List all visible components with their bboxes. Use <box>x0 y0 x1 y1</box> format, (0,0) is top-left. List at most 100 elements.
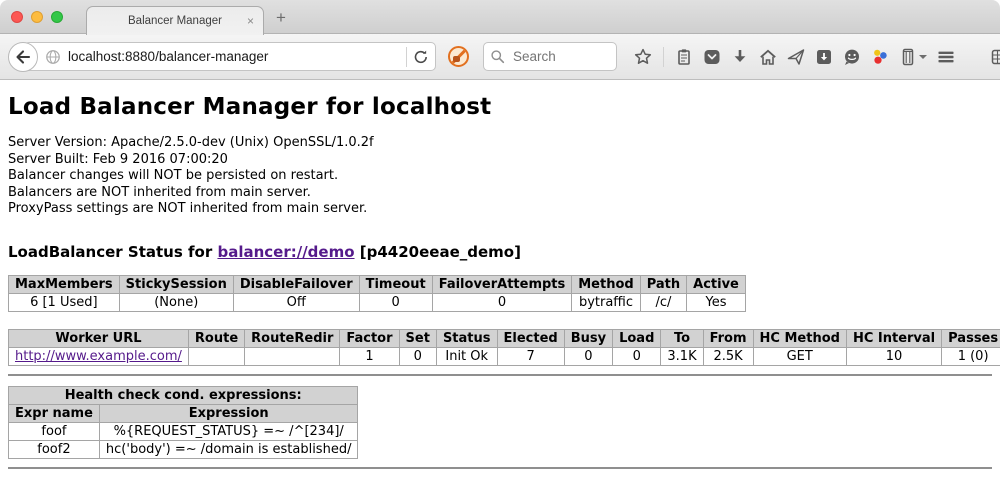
health-check-table: Health check cond. expressions: Expr nam… <box>8 386 358 459</box>
page-title: Load Balancer Manager for localhost <box>8 94 992 120</box>
cell-passes: 1 (0) <box>942 347 1000 365</box>
search-icon <box>490 49 505 64</box>
bookmark-star-icon <box>634 48 652 66</box>
col-hc-interval: HC Interval <box>846 329 941 347</box>
archive-extension-button[interactable] <box>895 43 931 71</box>
window-controls <box>11 11 63 23</box>
cell-hc-interval: 10 <box>846 347 941 365</box>
downloads-button[interactable] <box>727 43 753 71</box>
cell-expression-foof2: hc('body') =~ /domain is established/ <box>99 440 358 458</box>
balancers-notice-line: Balancers are NOT inherited from main se… <box>8 185 992 202</box>
balancer-header-row: MaxMembers StickySession DisableFailover… <box>9 275 746 293</box>
cell-expr-name-foof2: foof2 <box>9 440 100 458</box>
download-extension-icon <box>815 48 833 66</box>
cell-routeredir <box>245 347 340 365</box>
download-extension-button[interactable] <box>811 43 837 71</box>
dropdown-caret-icon <box>919 55 927 59</box>
cell-factor: 1 <box>340 347 399 365</box>
status-heading-prefix: LoadBalancer Status for <box>8 243 217 261</box>
cell-expr-name-foof: foof <box>9 422 100 440</box>
cell-failoverattempts: 0 <box>432 293 572 311</box>
col-routeredir: RouteRedir <box>245 329 340 347</box>
blocked-content-icon[interactable] <box>448 46 469 67</box>
col-stickysession: StickySession <box>119 275 233 293</box>
balancer-demo-link[interactable]: balancer://demo <box>217 243 354 261</box>
col-expression: Expression <box>99 404 358 422</box>
globe-icon[interactable] <box>45 49 61 65</box>
pocket-button[interactable] <box>699 43 725 71</box>
zoom-window-button[interactable] <box>51 11 63 23</box>
colored-dots-extension-button[interactable] <box>867 43 893 71</box>
proxypass-notice-line: ProxyPass settings are NOT inherited fro… <box>8 201 992 218</box>
cell-worker-url: http://www.example.com/ <box>9 347 189 365</box>
health-row-foof2: foof2 hc('body') =~ /domain is establish… <box>9 440 358 458</box>
reading-list-icon <box>675 48 693 66</box>
health-table-title: Health check cond. expressions: <box>9 386 358 404</box>
chat-button[interactable] <box>839 43 865 71</box>
minimize-window-button[interactable] <box>31 11 43 23</box>
col-worker-url: Worker URL <box>9 329 189 347</box>
new-tab-button[interactable]: + <box>276 8 286 28</box>
bookmark-button[interactable] <box>630 43 656 71</box>
reading-list-button[interactable] <box>671 43 697 71</box>
chat-smiley-icon <box>843 48 861 66</box>
reload-icon[interactable] <box>413 49 429 65</box>
browser-window: Balancer Manager × + localhost:8880/bala… <box>0 0 1000 491</box>
cell-busy: 0 <box>564 347 612 365</box>
balancer-data-row: 6 [1 Used] (None) Off 0 0 bytraffic /c/ … <box>9 293 746 311</box>
back-button[interactable] <box>8 42 38 72</box>
health-header-row: Expr name Expression <box>9 404 358 422</box>
col-to: To <box>661 329 703 347</box>
col-busy: Busy <box>564 329 612 347</box>
cell-to: 3.1K <box>661 347 703 365</box>
col-set: Set <box>399 329 436 347</box>
server-built-line: Server Built: Feb 9 2016 07:00:20 <box>8 152 992 169</box>
cell-expression-foof: %{REQUEST_STATUS} =~ /^[234]/ <box>99 422 358 440</box>
worker-table: Worker URL Route RouteRedir Factor Set S… <box>8 329 1000 366</box>
col-expr-name: Expr name <box>9 404 100 422</box>
cell-method: bytraffic <box>572 293 640 311</box>
health-title-row: Health check cond. expressions: <box>9 386 358 404</box>
search-box[interactable] <box>483 42 617 71</box>
cell-route <box>188 347 244 365</box>
col-load: Load <box>613 329 661 347</box>
tab-close-icon[interactable]: × <box>247 14 254 28</box>
archive-extension-icon <box>899 48 917 66</box>
send-button[interactable] <box>783 43 809 71</box>
address-bar[interactable]: localhost:8880/balancer-manager <box>24 42 436 71</box>
close-window-button[interactable] <box>11 11 23 23</box>
persist-notice-line: Balancer changes will NOT be persisted o… <box>8 168 992 185</box>
urlbar-separator <box>406 47 407 67</box>
downloads-icon <box>731 48 749 66</box>
tab-balancer-manager[interactable]: Balancer Manager × <box>86 6 264 35</box>
tiles-extension-icon <box>991 48 1000 66</box>
send-icon <box>787 48 805 66</box>
col-route: Route <box>188 329 244 347</box>
navigation-toolbar: localhost:8880/balancer-manager <box>0 34 1000 80</box>
search-input[interactable] <box>511 48 601 65</box>
col-from: From <box>703 329 753 347</box>
status-heading: LoadBalancer Status for balancer://demo … <box>8 243 992 261</box>
cell-from: 2.5K <box>703 347 753 365</box>
cell-timeout: 0 <box>359 293 432 311</box>
hamburger-menu-icon <box>937 48 955 66</box>
tab-bar: Balancer Manager × + <box>0 0 1000 34</box>
col-hc-method: HC Method <box>753 329 846 347</box>
cell-elected: 7 <box>497 347 564 365</box>
page-content: Load Balancer Manager for localhost Serv… <box>0 80 1000 491</box>
tab-title: Balancer Manager <box>128 15 222 27</box>
worker-url-link[interactable]: http://www.example.com/ <box>15 349 182 364</box>
colored-dots-extension-icon <box>871 48 889 66</box>
cell-status: Init Ok <box>436 347 497 365</box>
health-row-foof: foof %{REQUEST_STATUS} =~ /^[234]/ <box>9 422 358 440</box>
home-button[interactable] <box>755 43 781 71</box>
menu-group <box>932 43 1000 71</box>
tiles-extension-button[interactable] <box>987 43 1000 71</box>
url-text[interactable]: localhost:8880/balancer-manager <box>68 49 400 64</box>
col-timeout: Timeout <box>359 275 432 293</box>
col-disablefailover: DisableFailover <box>233 275 359 293</box>
cell-disablefailover: Off <box>233 293 359 311</box>
worker-data-row: http://www.example.com/ 1 0 Init Ok 7 0 … <box>9 347 1000 365</box>
menu-button[interactable] <box>933 43 959 71</box>
cell-active: Yes <box>687 293 746 311</box>
